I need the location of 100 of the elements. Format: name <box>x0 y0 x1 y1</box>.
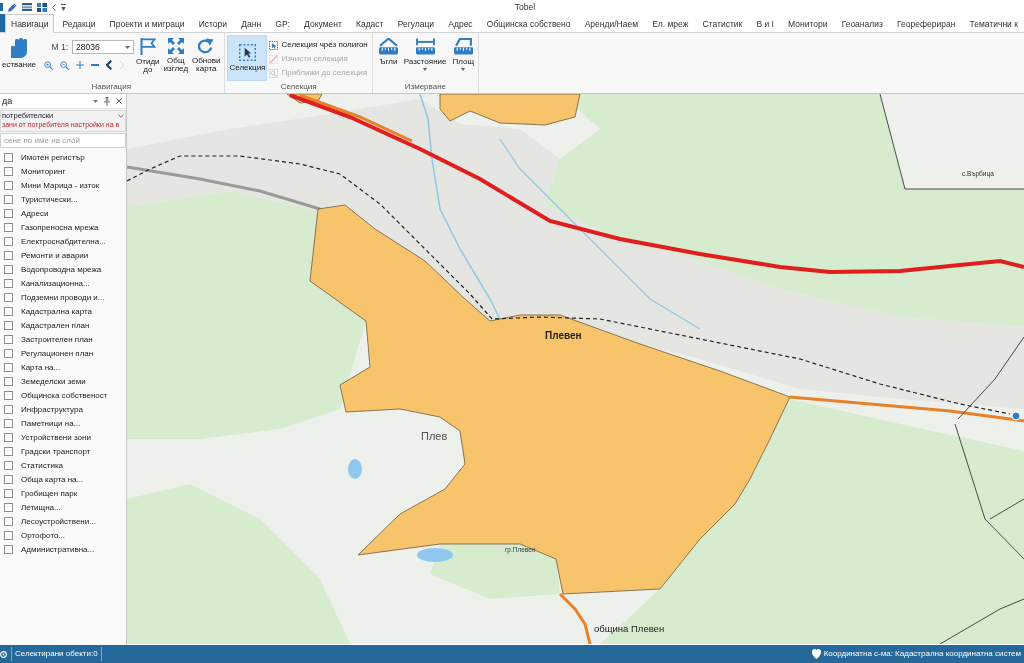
pin-icon[interactable] <box>104 96 110 106</box>
lake <box>417 548 453 562</box>
layer-checkbox[interactable] <box>4 223 13 233</box>
ribbon-tab[interactable]: В и I <box>750 14 780 32</box>
window-title: Tobel <box>513 1 536 13</box>
group-label: Селекция <box>279 81 318 93</box>
layer-name: Водопроводна мрежа <box>21 264 102 275</box>
layer-checkbox[interactable] <box>4 433 13 443</box>
scale-label: М 1: <box>51 41 69 53</box>
plus-icon[interactable] <box>76 61 85 69</box>
layer-checkbox[interactable] <box>4 335 13 345</box>
ribbon-tab[interactable]: Статистик <box>696 14 749 32</box>
ribbon-tab[interactable]: Ел. мреж <box>646 14 695 32</box>
layer-checkbox[interactable] <box>4 181 13 191</box>
layer-name: Застроителен план <box>21 334 93 345</box>
layer-name: Летищна... <box>21 502 61 513</box>
layer-checkbox[interactable] <box>4 167 13 177</box>
layer-checkbox[interactable] <box>4 489 13 499</box>
bars-icon[interactable] <box>22 3 32 11</box>
zoom-in-icon[interactable] <box>44 60 54 70</box>
caret-icon[interactable] <box>93 99 98 103</box>
layer-checkbox[interactable] <box>4 517 13 527</box>
refresh-icon <box>198 38 215 54</box>
layer-search-field[interactable]: сене по име на слой <box>0 132 126 148</box>
ribbon-tab[interactable]: Тематични к <box>963 14 1024 32</box>
ribbon-tab[interactable]: Монитори <box>782 14 834 32</box>
layer-checkbox[interactable] <box>4 265 13 275</box>
target-icon[interactable] <box>0 650 7 658</box>
expand-icon <box>167 38 184 54</box>
layer-checkbox[interactable] <box>4 153 13 163</box>
layer-checkbox[interactable] <box>4 251 13 261</box>
layer-name: Гробищен парк <box>21 488 78 499</box>
ribbon-tab[interactable]: Документ <box>298 14 348 32</box>
layer-checkbox[interactable] <box>4 293 13 303</box>
ribbon-tab[interactable]: Кадаст <box>349 14 390 32</box>
layer-name: Земеделски земи <box>21 376 86 387</box>
ribbon-tab[interactable]: Проекти и миграци <box>103 14 191 32</box>
place-label: Плевен <box>545 330 582 341</box>
layer-name: Мониторинг <box>21 166 66 177</box>
layer-checkbox[interactable] <box>4 307 13 317</box>
ribbon-tab[interactable]: Регулаци <box>391 14 441 32</box>
layer-name: Канализационна... <box>21 278 90 289</box>
layer-checkbox[interactable] <box>4 363 13 373</box>
angle-tool-button[interactable]: Ъгли <box>376 35 400 69</box>
layer-name: Градски транспорт <box>21 446 91 457</box>
ribbon-tab[interactable]: Истори <box>192 14 234 32</box>
scale-combobox[interactable]: 28036 <box>72 40 135 54</box>
ribbon-tab[interactable]: Общинска собствено <box>480 14 577 32</box>
pencil-icon[interactable] <box>8 2 17 12</box>
layer-checkbox[interactable] <box>4 447 13 457</box>
close-icon[interactable] <box>116 98 122 104</box>
chevron-left-icon[interactable] <box>106 60 113 70</box>
ribbon-tab[interactable]: Адрес <box>442 14 479 32</box>
layer-checkbox[interactable] <box>4 349 13 359</box>
layer-name: Ортофото... <box>21 530 66 541</box>
ribbon-tab[interactable]: Редакци <box>56 14 102 32</box>
go-to-button[interactable]: Отиди до <box>134 35 162 77</box>
customize-icon[interactable] <box>61 3 66 11</box>
layer-checkbox[interactable] <box>4 545 13 555</box>
layer-checkbox[interactable] <box>4 461 13 471</box>
layer-name: Кадастрална карта <box>21 306 92 317</box>
group-label: Навигация <box>90 81 132 93</box>
overview-button[interactable]: Общ изглед <box>161 35 191 76</box>
layer-checkbox[interactable] <box>4 531 13 541</box>
refresh-map-button[interactable]: Обнови карта <box>190 35 223 76</box>
layer-checkbox[interactable] <box>4 279 13 289</box>
ribbon-command[interactable]: Селекция чрез полигон <box>267 38 370 52</box>
ribbon-tab[interactable]: Данн <box>235 14 268 32</box>
ribbon-tab[interactable]: Навигаци <box>5 14 55 33</box>
layer-checkbox[interactable] <box>4 405 13 415</box>
layer-checkbox[interactable] <box>4 195 13 205</box>
angle-ruler-icon <box>378 38 398 55</box>
ribbon-tab[interactable]: Георефериран <box>891 14 962 32</box>
layer-name: Карта на... <box>21 362 61 373</box>
chevron-left-icon[interactable] <box>52 3 56 11</box>
layer-checkbox[interactable] <box>4 377 13 387</box>
caret-icon <box>125 45 131 49</box>
pan-tool-button[interactable]: ествание <box>0 35 39 72</box>
layer-checkbox[interactable] <box>4 237 13 247</box>
selection-tool-button[interactable]: Селекция <box>227 35 268 81</box>
layer-name: Обща карта на... <box>21 474 84 485</box>
tiles-icon[interactable] <box>37 2 47 12</box>
ribbon-tab[interactable]: Аренди/Наем <box>578 14 644 32</box>
layer-checkbox[interactable] <box>4 419 13 429</box>
chevron-down-icon <box>118 114 124 119</box>
ribbon-tab[interactable]: Геоанализ <box>835 14 889 32</box>
layer-checkbox[interactable] <box>4 209 13 219</box>
layer-checkbox[interactable] <box>4 321 13 331</box>
layer-name: Статистика <box>21 460 63 471</box>
layer-name: Газопреносна мрежа <box>21 222 99 233</box>
ribbon-tab[interactable]: GP: <box>269 14 296 32</box>
selected-objects-count: Селектирани обекти:0 <box>14 649 99 659</box>
layer-name: Общинска собственост <box>21 390 108 401</box>
layer-checkbox[interactable] <box>4 475 13 485</box>
distance-tool-button[interactable]: Разстояние <box>401 35 449 74</box>
area-tool-button[interactable]: Площ <box>450 35 477 74</box>
layer-checkbox[interactable] <box>4 391 13 401</box>
layer-checkbox[interactable] <box>4 503 13 513</box>
minus-icon[interactable] <box>91 64 100 66</box>
zoom-out-icon[interactable] <box>60 60 70 70</box>
